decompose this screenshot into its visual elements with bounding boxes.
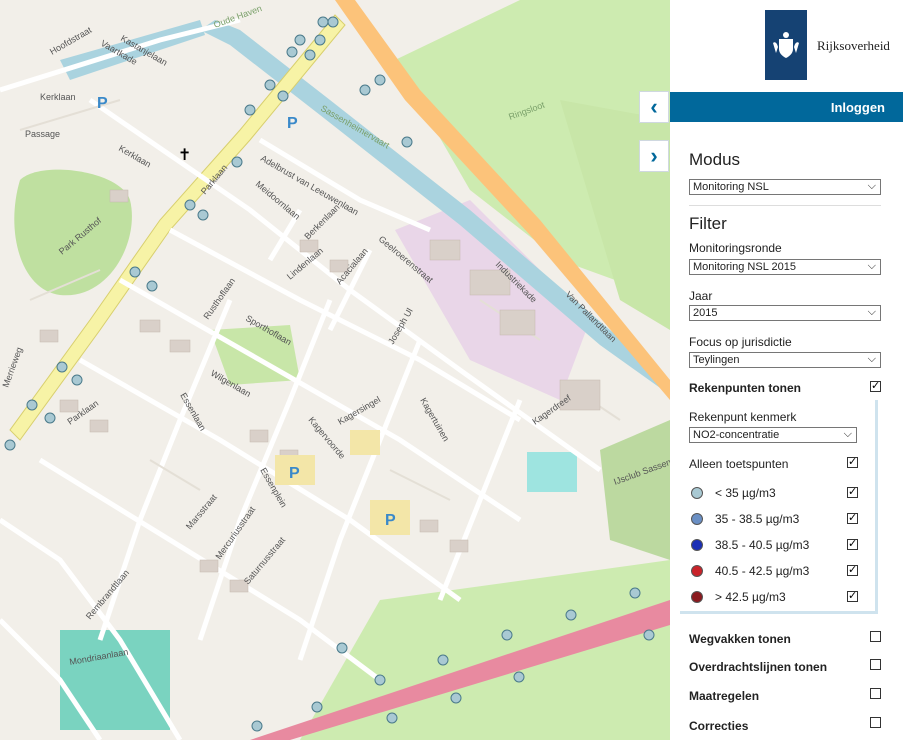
chevron-down-icon: ⌵	[867, 260, 876, 272]
svg-text:Mercuriusstraat: Mercuriusstraat	[213, 504, 257, 561]
legend-item: 35 - 38.5 µg/m3 ✓	[689, 511, 864, 527]
ronde-label: Monitoringsronde	[689, 241, 782, 255]
legend-label: 38.5 - 40.5 µg/m3	[715, 538, 810, 552]
jaar-label: Jaar	[689, 289, 713, 303]
chevron-right-icon: ›	[650, 143, 658, 168]
svg-text:Sassenheimervaart: Sassenheimervaart	[319, 103, 392, 151]
filter-title: Filter	[689, 214, 727, 233]
church-icon: ✝	[178, 147, 191, 164]
wegvakken-checkbox[interactable]	[870, 631, 881, 642]
wegvakken-label: Wegvakken tonen	[689, 632, 791, 646]
svg-text:Berkenlaan: Berkenlaan	[302, 202, 341, 241]
kenmerk-select[interactable]: NO2-concentratie ⌵	[689, 427, 857, 443]
parking-icon: P	[385, 512, 396, 529]
svg-text:Saturnusstraat: Saturnusstraat	[242, 535, 288, 587]
legend-swatch-icon	[691, 565, 703, 577]
chevron-down-icon: ⌵	[867, 306, 876, 318]
overdracht-checkbox[interactable]	[870, 659, 881, 670]
modus-title: Modus	[689, 150, 741, 169]
rekenpunten-label: Rekenpunten tonen	[689, 381, 802, 395]
legend-checkbox[interactable]: ✓	[847, 565, 858, 576]
park-rusthof	[14, 169, 132, 296]
pond-east	[527, 452, 577, 492]
login-link[interactable]: Inloggen	[831, 100, 885, 115]
legend-label: < 35 µg/m3	[715, 486, 776, 500]
toetspunten-checkbox[interactable]: ✓	[847, 457, 858, 468]
top-bar: Inloggen	[670, 92, 903, 122]
legend-label: 40.5 - 42.5 µg/m3	[715, 564, 810, 578]
correcties-checkbox[interactable]	[870, 717, 881, 728]
chevron-down-icon: ⌵	[867, 180, 876, 192]
sports-field	[600, 420, 670, 560]
legend-label: 35 - 38.5 µg/m3	[715, 512, 800, 526]
svg-text:Adelbrust van Leeuwenlaan: Adelbrust van Leeuwenlaan	[259, 153, 360, 217]
svg-text:Kerklaan: Kerklaan	[117, 143, 153, 169]
legend-item: < 35 µg/m3 ✓	[689, 485, 864, 501]
legend-swatch-icon	[691, 487, 703, 499]
svg-text:Meidoornlaan: Meidoornlaan	[254, 179, 302, 222]
rijksoverheid-logo	[765, 10, 807, 80]
svg-text:Kagersingel: Kagersingel	[336, 394, 382, 426]
svg-text:Passage: Passage	[25, 129, 60, 139]
jaar-select[interactable]: 2015 ⌵	[689, 305, 881, 321]
legend-checkbox[interactable]: ✓	[847, 591, 858, 602]
svg-text:Joseph Ul: Joseph Ul	[386, 306, 415, 346]
coat-of-arms-icon	[773, 32, 799, 58]
parking-area-3	[350, 430, 380, 455]
chevron-down-icon: ⌵	[843, 428, 852, 440]
brand-name: Rijksoverheid	[817, 38, 890, 53]
legend-item: 38.5 - 40.5 µg/m3 ✓	[689, 537, 864, 553]
svg-text:Merrieweg: Merrieweg	[0, 346, 24, 389]
maatregelen-checkbox[interactable]	[870, 688, 881, 699]
toetspunten-label: Alleen toetspunten	[689, 457, 789, 471]
parking-icon: P	[97, 95, 108, 112]
svg-text:Kagertuinen: Kagertuinen	[418, 396, 451, 443]
side-panel: Rijksoverheid Inloggen Modus Monitoring …	[670, 0, 903, 740]
chevron-down-icon: ⌵	[867, 353, 876, 365]
logo-area: Rijksoverheid	[670, 0, 903, 92]
overdracht-label: Overdrachtslijnen tonen	[689, 660, 828, 674]
kenmerk-label: Rekenpunt kenmerk	[689, 410, 797, 424]
parking-icon: P	[289, 465, 300, 482]
maatregelen-label: Maatregelen	[689, 689, 760, 703]
map-canvas: P P P P ✝ Parklaan Parklaan Kerklaan Ker…	[0, 0, 670, 740]
legend-checkbox[interactable]: ✓	[847, 513, 858, 524]
focus-select[interactable]: Teylingen ⌵	[689, 352, 881, 368]
collapse-panel-button[interactable]: ‹	[639, 91, 669, 123]
parking-icon: P	[287, 115, 298, 132]
svg-text:Hoofdstraat: Hoofdstraat	[48, 25, 94, 57]
map-viewport[interactable]: P P P P ✝ Parklaan Parklaan Kerklaan Ker…	[0, 0, 670, 740]
chevron-left-icon: ‹	[650, 94, 658, 119]
pond-southwest	[60, 630, 170, 730]
legend-swatch-icon	[691, 539, 703, 551]
ronde-select[interactable]: Monitoring NSL 2015 ⌵	[689, 259, 881, 275]
svg-text:Marsstraat: Marsstraat	[184, 492, 219, 531]
legend-item: > 42.5 µg/m3 ✓	[689, 589, 864, 605]
rekenpunten-checkbox[interactable]: ✓	[870, 381, 881, 392]
divider	[689, 205, 881, 206]
legend-swatch-icon	[691, 513, 703, 525]
legend-item: 40.5 - 42.5 µg/m3 ✓	[689, 563, 864, 579]
svg-text:Kerklaan: Kerklaan	[40, 92, 76, 102]
correcties-label: Correcties	[689, 719, 749, 733]
focus-label: Focus op jurisdictie	[689, 335, 792, 349]
legend-swatch-icon	[691, 591, 703, 603]
legend-checkbox[interactable]: ✓	[847, 487, 858, 498]
modus-select[interactable]: Monitoring NSL ⌵	[689, 179, 881, 195]
svg-text:Oude Haven: Oude Haven	[212, 3, 263, 30]
svg-text:Rusthoflaan: Rusthoflaan	[201, 276, 237, 321]
legend-label: > 42.5 µg/m3	[715, 590, 786, 604]
expand-panel-button[interactable]: ›	[639, 140, 669, 172]
legend-checkbox[interactable]: ✓	[847, 539, 858, 550]
